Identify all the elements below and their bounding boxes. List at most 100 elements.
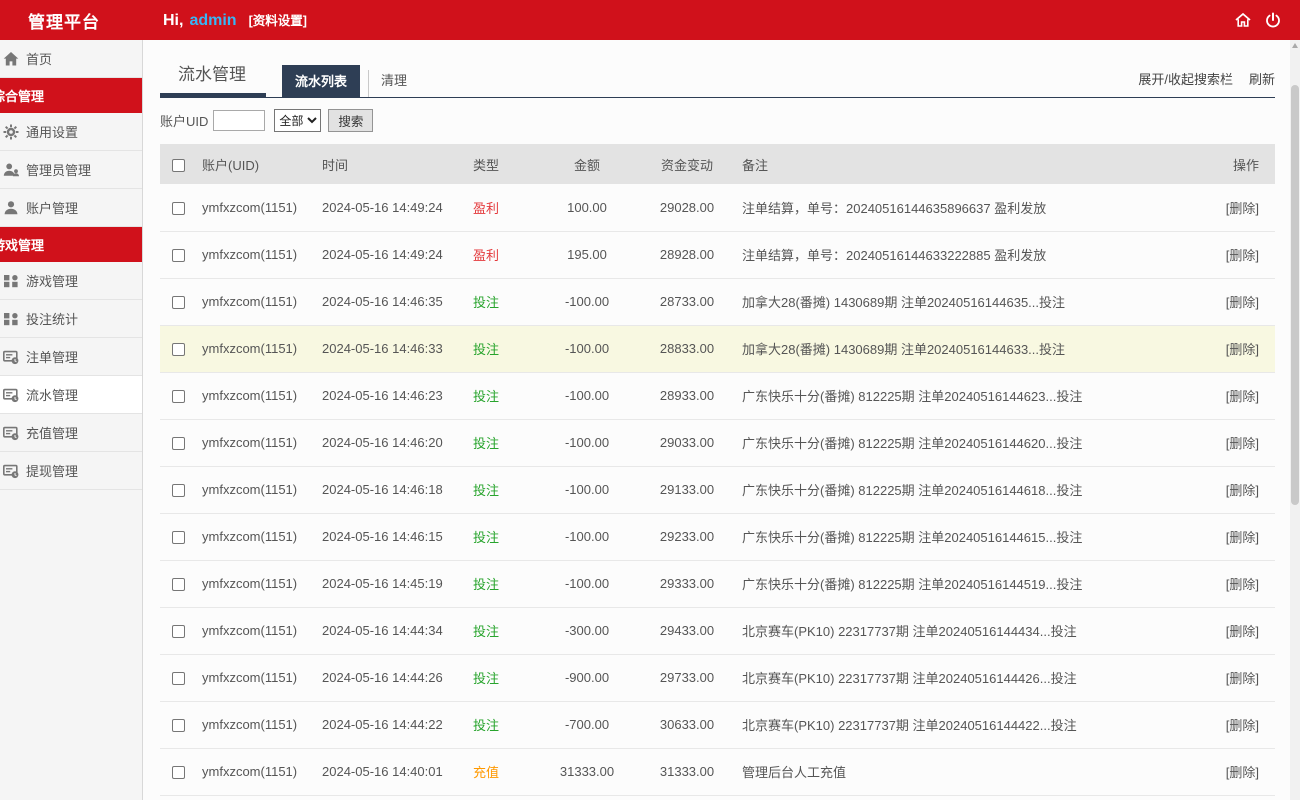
toggle-search-link[interactable]: 展开/收起搜索栏	[1138, 69, 1233, 88]
row-checkbox[interactable]	[172, 343, 185, 356]
sidebar-item-home[interactable]: 首页	[0, 40, 142, 78]
delete-link[interactable]: [删除]	[1226, 248, 1259, 263]
delete-link[interactable]: [删除]	[1226, 389, 1259, 404]
select-all-checkbox[interactable]	[172, 159, 185, 172]
search-bar: 账户UID 全部 搜索	[160, 109, 1275, 132]
sidebar-item-label: 管理员管理	[26, 160, 91, 179]
home-icon	[3, 51, 20, 67]
cell-type: 投注	[472, 513, 537, 560]
row-checkbox[interactable]	[172, 719, 185, 732]
row-checkbox[interactable]	[172, 390, 185, 403]
users-grid-icon	[3, 273, 20, 289]
sidebar-item-account-management[interactable]: 账户管理	[0, 189, 142, 227]
sidebar-item-order-management[interactable]: 注单管理	[0, 338, 142, 376]
row-checkbox[interactable]	[172, 766, 185, 779]
row-checkbox[interactable]	[172, 672, 185, 685]
cell-type: 投注	[472, 560, 537, 607]
delete-link[interactable]: [删除]	[1226, 342, 1259, 357]
cell-type: 充值	[472, 748, 537, 795]
row-checkbox[interactable]	[172, 625, 185, 638]
row-checkbox[interactable]	[172, 578, 185, 591]
flow-table: 账户(UID) 时间 类型 金额 资金变动 备注 操作 ymfxzcom(115…	[160, 144, 1275, 796]
sidebar-item-recharge-management[interactable]: 充值管理	[0, 414, 142, 452]
uid-input[interactable]	[213, 110, 265, 131]
cell-account: ymfxzcom(1151)	[200, 325, 322, 372]
delete-link[interactable]: [删除]	[1226, 765, 1259, 780]
cell-account: ymfxzcom(1151)	[200, 748, 322, 795]
delete-link[interactable]: [删除]	[1226, 436, 1259, 451]
table-row: ymfxzcom(1151)2024-05-16 14:40:01充值31333…	[160, 748, 1275, 795]
row-checkbox[interactable]	[172, 202, 185, 215]
row-checkbox[interactable]	[172, 484, 185, 497]
tabs: 流水列表清理	[282, 65, 419, 97]
sidebar-item-general-settings[interactable]: 通用设置	[0, 113, 142, 151]
cell-balance: 28928.00	[637, 231, 737, 278]
table-row: ymfxzcom(1151)2024-05-16 14:44:34投注-300.…	[160, 607, 1275, 654]
cell-amount: -100.00	[537, 419, 637, 466]
sidebar-item-label: 游戏管理	[26, 271, 78, 290]
delete-link[interactable]: [删除]	[1226, 201, 1259, 216]
cell-balance: 29028.00	[637, 184, 737, 231]
sidebar-item-game-management[interactable]: 游戏管理	[0, 262, 142, 300]
header-type: 类型	[472, 144, 537, 184]
sidebar-item-withdraw-management[interactable]: 提现管理	[0, 452, 142, 490]
header-icons	[1234, 11, 1282, 29]
cell-time: 2024-05-16 14:44:26	[322, 654, 472, 701]
cell-time: 2024-05-16 14:40:01	[322, 748, 472, 795]
table-row: ymfxzcom(1151)2024-05-16 14:45:19投注-100.…	[160, 560, 1275, 607]
cell-time: 2024-05-16 14:49:24	[322, 231, 472, 278]
tab-flow-list[interactable]: 流水列表	[282, 65, 360, 97]
table-row: ymfxzcom(1151)2024-05-16 14:46:23投注-100.…	[160, 372, 1275, 419]
row-checkbox[interactable]	[172, 437, 185, 450]
sidebar-item-admin-management[interactable]: 管理员管理	[0, 151, 142, 189]
row-checkbox[interactable]	[172, 249, 185, 262]
delete-link[interactable]: [删除]	[1226, 577, 1259, 592]
delete-link[interactable]: [删除]	[1226, 295, 1259, 310]
sidebar-item-label: 提现管理	[26, 461, 78, 480]
search-button[interactable]: 搜索	[328, 109, 373, 132]
cell-account: ymfxzcom(1151)	[200, 231, 322, 278]
delete-link[interactable]: [删除]	[1226, 483, 1259, 498]
cell-amount: -100.00	[537, 372, 637, 419]
cell-time: 2024-05-16 14:46:15	[322, 513, 472, 560]
type-select[interactable]: 全部	[274, 109, 321, 132]
username[interactable]: admin	[189, 12, 236, 30]
cell-balance: 30633.00	[637, 701, 737, 748]
row-checkbox[interactable]	[172, 531, 185, 544]
sidebar-item-label: 通用设置	[26, 122, 78, 141]
cell-account: ymfxzcom(1151)	[200, 278, 322, 325]
cell-account: ymfxzcom(1151)	[200, 701, 322, 748]
sidebar-item-bet-stats[interactable]: 投注统计	[0, 300, 142, 338]
sidebar-section-general-section[interactable]: 综合管理	[0, 78, 142, 113]
delete-link[interactable]: [删除]	[1226, 671, 1259, 686]
delete-link[interactable]: [删除]	[1226, 718, 1259, 733]
delete-link[interactable]: [删除]	[1226, 530, 1259, 545]
scrollbar-thumb[interactable]	[1291, 85, 1299, 505]
tab-clean[interactable]: 清理	[368, 70, 419, 97]
scrollbar-up-arrow[interactable]	[1292, 43, 1298, 48]
scrollbar[interactable]	[1290, 40, 1300, 800]
cell-amount: -100.00	[537, 278, 637, 325]
cell-balance: 29433.00	[637, 607, 737, 654]
flow-table-wrap: 账户(UID) 时间 类型 金额 资金变动 备注 操作 ymfxzcom(115…	[160, 144, 1275, 796]
sidebar-item-label: 注单管理	[26, 347, 78, 366]
cell-type: 投注	[472, 654, 537, 701]
refresh-link[interactable]: 刷新	[1249, 69, 1275, 88]
page-title: 流水管理	[160, 58, 266, 98]
header-amount: 金额	[537, 144, 637, 184]
sidebar-section-game-section[interactable]: 游戏管理	[0, 227, 142, 262]
cell-remark: 广东快乐十分(番摊) 812225期 注单20240516144618...投注	[737, 466, 1195, 513]
power-icon[interactable]	[1264, 11, 1282, 29]
sidebar-item-flow-management[interactable]: 流水管理	[0, 376, 142, 414]
row-checkbox[interactable]	[172, 296, 185, 309]
header-account: 账户(UID)	[200, 144, 322, 184]
home-icon[interactable]	[1234, 11, 1252, 29]
gear-icon	[3, 124, 20, 140]
table-row: ymfxzcom(1151)2024-05-16 14:49:24盈利100.0…	[160, 184, 1275, 231]
cell-remark: 北京赛车(PK10) 22317737期 注单20240516144426...…	[737, 654, 1195, 701]
cell-balance: 28933.00	[637, 372, 737, 419]
cell-amount: 31333.00	[537, 748, 637, 795]
users-grid-icon	[3, 311, 20, 327]
profile-settings-link[interactable]: [资料设置]	[249, 10, 307, 29]
delete-link[interactable]: [删除]	[1226, 624, 1259, 639]
